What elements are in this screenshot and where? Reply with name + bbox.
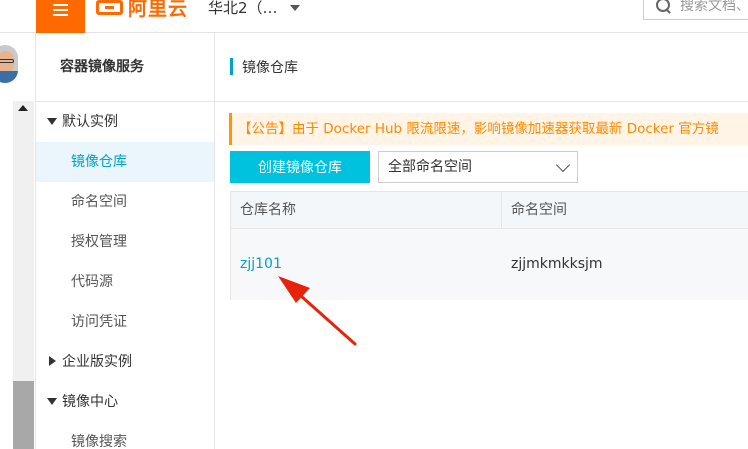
sidebar-item-access-credentials[interactable]: 访问凭证 [36,302,214,342]
repository-table: 仓库名称 命名空间 zjj101 zjjmkmkksjm [230,191,748,300]
namespace-select-value: 全部命名空间 [388,159,472,175]
announcement-banner: 【公告】由于 Docker Hub 限流限速，影响镜像加速器获取最新 Docke… [229,113,748,145]
chevron-down-icon [555,157,571,173]
sidebar-item-code-source[interactable]: 代码源 [36,262,214,302]
sidebar-item-label: 镜像搜索 [71,434,127,449]
sidebar-item-label: 授权管理 [71,234,127,250]
region-label: 华北2（… [208,0,278,17]
sidebar-item-repositories[interactable]: 镜像仓库 [36,142,214,182]
sidebar-item-label: 命名空间 [71,194,127,210]
search-box[interactable] [643,0,748,20]
sidebar-item-authorization[interactable]: 授权管理 [36,222,214,262]
left-rail [0,33,36,449]
page-header: 镜像仓库 [215,33,748,102]
page-title: 镜像仓库 [242,60,298,76]
sidebar-scrollbar-thumb[interactable] [13,381,34,449]
title-accent-bar [230,58,233,75]
menu-icon[interactable] [36,0,85,33]
aliyun-logo-icon [96,0,123,15]
sidebar-item-image-search[interactable]: 镜像搜索 [36,422,214,449]
caret-down-icon [289,4,300,11]
sidebar-group-enterprise-instance[interactable]: 企业版实例 [36,342,214,382]
region-selector[interactable]: 华北2（… [208,0,300,18]
search-input[interactable] [680,0,748,14]
namespace-select[interactable]: 全部命名空间 [378,151,578,183]
sidebar-group-image-center[interactable]: 镜像中心 [36,382,214,422]
sidebar-group-default-instance[interactable]: 默认实例 [36,102,214,142]
triangle-down-icon [47,118,57,125]
table-header: 仓库名称 命名空间 [231,192,748,229]
avatar[interactable] [0,45,18,83]
sidebar-item-label: 访问凭证 [71,314,127,330]
create-repository-button[interactable]: 创建镜像仓库 [230,151,370,183]
scroll-up-icon[interactable] [18,105,28,111]
triangle-right-icon [49,356,56,366]
sidebar-item-label: 代码源 [71,274,113,290]
console-app: 阿里云 华北2（… 容器镜像服务 默认实例 镜像仓库 命名空间 [0,0,748,449]
sidebar-group-label: 镜像中心 [62,394,118,410]
brand-logo[interactable]: 阿里云 [96,0,189,20]
repository-name-link[interactable]: zjj101 [240,229,282,300]
table-row[interactable]: zjj101 zjjmkmkksjm [231,229,748,300]
sidebar-group-label: 默认实例 [62,114,118,130]
repository-namespace: zjjmkmkksjm [511,256,603,272]
brand-logo-text: 阿里云 [128,0,189,20]
sidebar-item-namespaces[interactable]: 命名空间 [36,182,214,222]
search-icon[interactable] [656,0,672,14]
top-navigation-bar: 阿里云 华北2（… [0,0,748,33]
sidebar-group-label: 企业版实例 [62,354,132,370]
column-header-repository-name[interactable]: 仓库名称 [231,192,502,229]
column-header-namespace[interactable]: 命名空间 [502,192,748,229]
triangle-down-icon [47,398,57,405]
sidebar-item-label: 镜像仓库 [71,154,127,170]
sidebar: 容器镜像服务 默认实例 镜像仓库 命名空间 授权管理 代码源 访问凭证 企业版实… [36,33,215,449]
sidebar-title: 容器镜像服务 [36,33,214,102]
